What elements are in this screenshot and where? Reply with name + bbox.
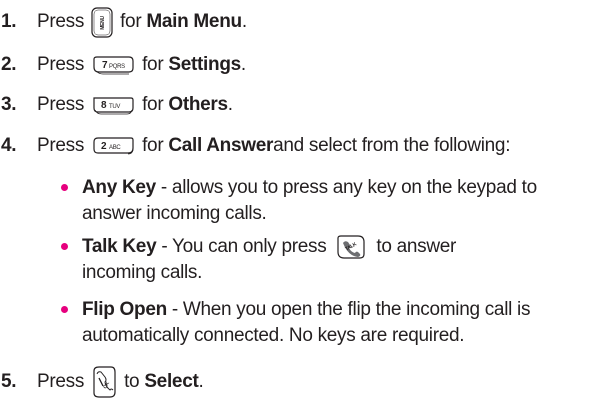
option-text: Any Key - allows you to press any key on…: [58, 175, 588, 227]
svg-text:TUV: TUV: [109, 104, 120, 110]
step-target: Call Answer: [168, 135, 274, 156]
step-number: 5.: [1, 371, 17, 392]
step-end: .: [227, 94, 233, 115]
step-text-for: for: [142, 94, 164, 115]
step-end: .: [198, 371, 204, 392]
step-number: 1.: [1, 11, 17, 32]
talk-key-icon: TALK: [336, 234, 366, 260]
step-target: Select: [144, 371, 199, 392]
option-description-cont: answer incoming calls.: [82, 203, 267, 224]
option-description-cont: automatically connected. No keys are req…: [82, 325, 465, 346]
step-text-press: Press: [37, 11, 85, 32]
step-end: and select from the following:: [273, 135, 511, 156]
step-end: .: [241, 11, 247, 32]
step-end: .: [240, 54, 246, 75]
step-4: 4. Press 2 ABC for Call Answer and selec…: [0, 132, 510, 160]
svg-text:PQRS: PQRS: [109, 64, 125, 70]
svg-text:8: 8: [101, 100, 107, 111]
option-description: - allows you to press any key on the key…: [155, 177, 537, 198]
step-text-press: Press: [37, 371, 85, 392]
svg-text:7: 7: [102, 60, 108, 71]
step-text-for: for: [142, 54, 164, 75]
step-target: Main Menu: [146, 11, 242, 32]
option-description: - You can only press: [156, 236, 327, 257]
step-target: Settings: [168, 54, 241, 75]
bullet-dot: [61, 306, 68, 313]
step-text-for: for: [142, 135, 164, 156]
option-title: Flip Open: [82, 299, 167, 320]
option-description: - When you open the flip the incoming ca…: [166, 299, 531, 320]
bullet-dot: [61, 243, 68, 250]
option-text: Talk Key - You can only press TALK to an…: [58, 234, 588, 286]
step-number: 2.: [1, 54, 17, 75]
svg-text:2: 2: [101, 141, 107, 152]
option-text: Flip Open - When you open the flip the i…: [58, 297, 588, 349]
menu-key-icon: MENU: [91, 6, 113, 38]
8tuv-key-icon: 8 TUV: [91, 95, 135, 115]
step-5: 5. Press OK to Select.: [0, 365, 204, 399]
step-text-for: for: [120, 11, 142, 32]
step-number: 4.: [1, 135, 17, 156]
step-target: Others: [168, 94, 228, 115]
svg-text:MENU: MENU: [100, 15, 106, 29]
option-description-cont: incoming calls.: [82, 262, 203, 283]
step-text-press: Press: [37, 135, 85, 156]
option-title: Talk Key: [82, 236, 157, 257]
option-talk-key: Talk Key - You can only press TALK to an…: [58, 234, 588, 286]
step-2: 2. Press 7 PQRS for Settings.: [0, 51, 246, 79]
step-1: 1. Press MENU for Main Menu.: [0, 6, 247, 38]
step-3: 3. Press 8 TUV for Others.: [0, 91, 233, 119]
instruction-list: 1. Press MENU for Main Menu. 2. Press 7 …: [0, 0, 593, 410]
step-number: 3.: [1, 94, 17, 115]
option-description-tail: to answer: [371, 236, 457, 257]
svg-text:ABC: ABC: [109, 145, 121, 151]
option-any-key: Any Key - allows you to press any key on…: [58, 175, 588, 227]
2abc-key-icon: 2 ABC: [91, 136, 135, 156]
step-text-press: Press: [37, 54, 85, 75]
step-text-to: to: [124, 371, 140, 392]
option-flip-open: Flip Open - When you open the flip the i…: [58, 297, 588, 349]
option-title: Any Key: [82, 177, 156, 198]
step-text-press: Press: [37, 94, 85, 115]
ok-key-icon: OK: [91, 366, 117, 398]
7pqrs-key-icon: 7 PQRS: [91, 55, 135, 75]
bullet-dot: [61, 184, 68, 191]
